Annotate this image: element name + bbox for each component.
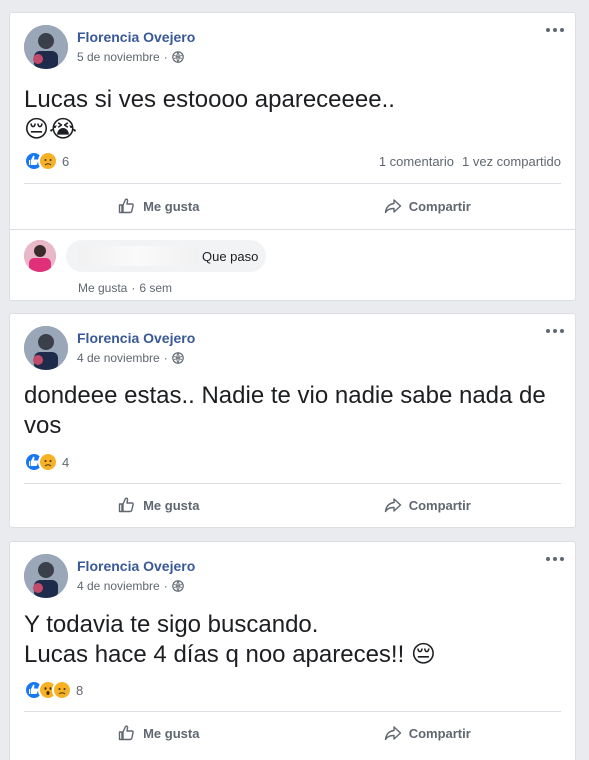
comment-like-link[interactable]: Me gusta [78,281,127,295]
comment-text: Que paso [202,248,259,264]
like-button[interactable]: Me gusta [24,188,293,224]
thumbs-up-icon [118,198,134,214]
share-button[interactable]: Compartir [293,487,562,523]
more-options-icon[interactable] [545,326,565,336]
author-name[interactable]: Florencia Ovejero [77,558,195,574]
more-options-icon[interactable] [545,25,565,35]
post-meta: 4 de noviembre · [77,579,184,593]
author-avatar[interactable] [24,25,68,69]
shares-count-link[interactable]: 1 vez compartido [462,154,561,169]
globe-icon [171,51,184,63]
comment-bubble: Que paso [66,240,266,272]
post-card: Florencia Ovejero 4 de noviembre · Y tod… [9,541,576,760]
comment-time[interactable]: 6 sem [139,281,172,295]
divider [24,711,561,712]
post-card: Florencia Ovejero 5 de noviembre · Lucas… [9,12,576,301]
reaction-count: 8 [76,682,84,698]
more-options-icon[interactable] [545,554,565,564]
like-button[interactable]: Me gusta [24,487,293,523]
thumbs-up-icon [118,497,134,513]
sad-icon [38,452,58,472]
like-button[interactable]: Me gusta [24,715,293,751]
post-actions: Me gusta Compartir [24,487,561,523]
post-actions: Me gusta Compartir [24,715,561,751]
reaction-count: 4 [62,454,70,470]
commenter-avatar[interactable] [24,240,56,272]
comments-section: Que paso Me gusta · 6 sem [10,229,575,301]
post-text: dondeee estas.. Nadie te vio nadie sabe … [24,382,546,439]
thumbs-up-icon [118,725,134,741]
share-arrow-icon [384,498,401,513]
post-actions: Me gusta Compartir [24,188,561,224]
sad-icon [52,680,72,700]
globe-icon [171,352,184,364]
author-avatar[interactable] [24,554,68,598]
post-date[interactable]: 5 de noviembre [77,50,160,64]
reaction-summary[interactable]: 8 [24,680,83,700]
comment-meta: Me gusta · 6 sem [78,281,173,295]
author-name[interactable]: Florencia Ovejero [77,330,195,346]
share-button[interactable]: Compartir [293,188,562,224]
comments-count-link[interactable]: 1 comentario [379,154,454,169]
post-card: Florencia Ovejero 4 de noviembre · donde… [9,313,576,528]
reaction-summary[interactable]: 4 [24,452,69,472]
share-button[interactable]: Compartir [293,715,562,751]
reaction-count: 6 [62,153,70,169]
share-arrow-icon [384,199,401,214]
share-arrow-icon [384,726,401,741]
reaction-summary[interactable]: 6 [24,151,69,171]
post-text: Y todavia te sigo buscando. Lucas hace 4… [24,611,436,668]
post-date[interactable]: 4 de noviembre [77,351,160,365]
post-stats: 1 comentario 1 vez compartido [379,154,561,169]
post-meta: 5 de noviembre · [77,50,184,64]
divider [24,183,561,184]
post-text: Lucas si ves estoooo apareceeee.. 😔😭 [24,86,395,143]
post-date[interactable]: 4 de noviembre [77,579,160,593]
post-meta: 4 de noviembre · [77,351,184,365]
author-avatar[interactable] [24,326,68,370]
divider [24,483,561,484]
globe-icon [171,580,184,592]
sad-icon [38,151,58,171]
author-name[interactable]: Florencia Ovejero [77,29,195,45]
commenter-name-blurred [78,246,198,266]
